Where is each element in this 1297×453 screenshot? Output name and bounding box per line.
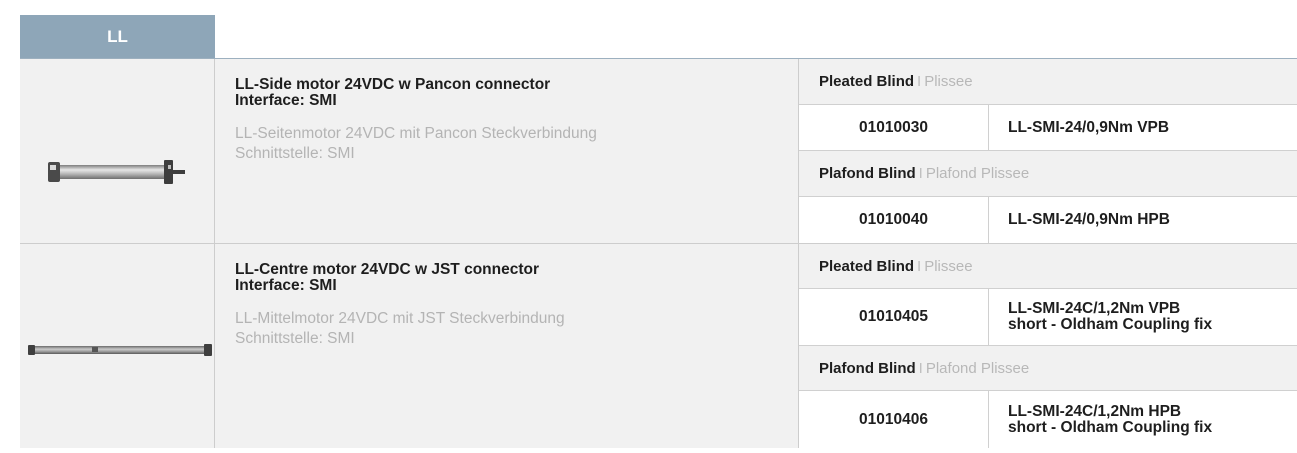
article-name-line1: LL-SMI-24C/1,2Nm HPB: [1008, 402, 1182, 420]
product-interface-de: Schnittstelle: SMI: [235, 330, 355, 347]
product-row-side-motor: LL-Side motor 24VDC w Pancon connector I…: [20, 59, 1297, 244]
group-label-en: Plafond Blind: [819, 165, 916, 182]
group-label-de: Plafond Plissee: [925, 165, 1030, 182]
article-name-line1: LL-SMI-24/0,9Nm HPB: [1008, 211, 1170, 228]
group-label-en: Plafond Blind: [819, 359, 916, 377]
group-label-de: Plissee: [924, 257, 973, 275]
article-name-line2: short - Oldham Coupling fix: [1008, 418, 1213, 436]
product-title-en: LL-Centre motor 24VDC w JST connector: [235, 261, 540, 278]
article-name: LL-SMI-24C/1,2Nm HPB short - Oldham Coup…: [1008, 391, 1297, 448]
variant-table: Pleated Blind I Plissee 01010405 LL-SMI-…: [798, 244, 1297, 448]
product-image-cell: [20, 59, 215, 243]
product-title-de: LL-Seitenmotor 24VDC mit Pancon Steckver…: [235, 125, 597, 142]
article-name-line2: short - Oldham Coupling fix: [1008, 316, 1213, 333]
product-interface-de: Schnittstelle: SMI: [235, 145, 355, 162]
article-name: LL-SMI-24C/1,2Nm VPB short - Oldham Coup…: [1008, 289, 1297, 345]
group-header-pleated: Pleated Blind I Plissee: [799, 244, 1297, 289]
article-code: 01010405: [799, 289, 989, 345]
article-name-line1: LL-SMI-24/0,9Nm VPB: [1008, 118, 1170, 136]
article-name: LL-SMI-24/0,9Nm HPB: [1008, 197, 1297, 243]
product-interface-en: Interface: SMI: [235, 277, 337, 294]
article-name-line1: LL-SMI-24C/1,2Nm VPB: [1008, 300, 1181, 317]
article-code: 01010030: [799, 105, 989, 150]
article-code: 01010406: [799, 391, 989, 448]
product-row-centre-motor: LL-Centre motor 24VDC w JST connector In…: [20, 244, 1297, 448]
product-interface-en: Interface: SMI: [235, 92, 337, 109]
article-code: 01010040: [799, 197, 989, 243]
table-row: 01010040 LL-SMI-24/0,9Nm HPB: [799, 197, 1297, 243]
centre-motor-image: [28, 344, 212, 356]
product-title-de: LL-Mittelmotor 24VDC mit JST Steckverbin…: [235, 310, 565, 327]
group-separator: I: [918, 359, 923, 377]
group-header-plafond: Plafond Blind I Plafond Plissee: [799, 151, 1297, 197]
series-tab: LL: [20, 15, 215, 58]
group-separator: I: [917, 257, 922, 275]
table-row: 01010030 LL-SMI-24/0,9Nm VPB: [799, 105, 1297, 151]
group-label-de: Plafond Plissee: [925, 359, 1030, 377]
table-row: 01010405 LL-SMI-24C/1,2Nm VPB short - Ol…: [799, 289, 1297, 346]
group-header-plafond: Plafond Blind I Plafond Plissee: [799, 346, 1297, 391]
side-motor-image: [48, 160, 185, 184]
product-title-en: LL-Side motor 24VDC w Pancon connector: [235, 76, 551, 93]
group-label-en: Pleated Blind: [819, 257, 915, 275]
group-separator: I: [917, 73, 922, 90]
product-description: LL-Side motor 24VDC w Pancon connector I…: [235, 77, 795, 164]
group-separator: I: [918, 165, 923, 182]
series-label: LL: [107, 26, 128, 46]
product-image-cell: [20, 244, 215, 448]
group-label-de: Plissee: [924, 73, 973, 90]
product-description: LL-Centre motor 24VDC w JST connector In…: [235, 262, 795, 349]
group-label-en: Pleated Blind: [819, 73, 915, 90]
article-name: LL-SMI-24/0,9Nm VPB: [1008, 105, 1297, 150]
group-header-pleated: Pleated Blind I Plissee: [799, 59, 1297, 105]
variant-table: Pleated Blind I Plissee 01010030 LL-SMI-…: [798, 59, 1297, 243]
table-row: 01010406 LL-SMI-24C/1,2Nm HPB short - Ol…: [799, 391, 1297, 448]
